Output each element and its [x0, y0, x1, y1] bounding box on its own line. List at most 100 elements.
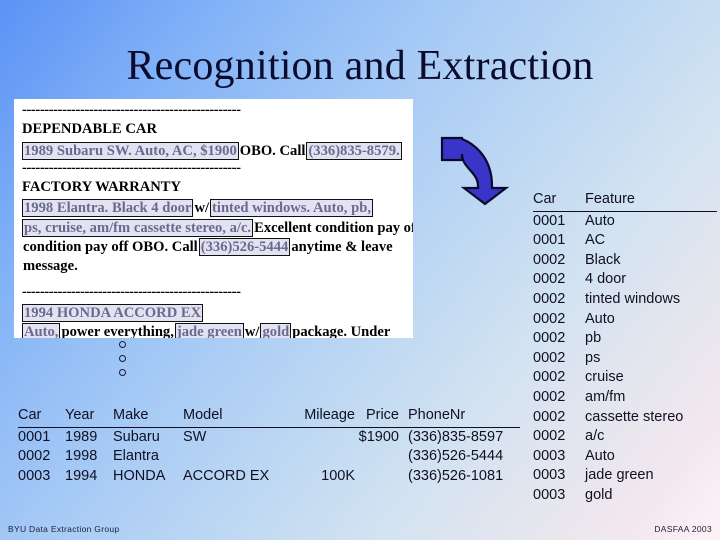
document-segment-line: 1998 Elantra. Black 4 door w/tinted windo…: [22, 197, 411, 218]
table-cell: HONDA: [113, 467, 166, 484]
table-cell: cruise: [585, 369, 624, 386]
document-segment-line: 1989 Subaru SW. Auto, AC, $1900 OBO. Call…: [22, 140, 411, 160]
column-header-car: Car: [533, 190, 585, 212]
table-header-row: Car Feature: [533, 190, 717, 212]
table-cell: $1900: [358, 428, 399, 445]
table-cell: ACCORD EX: [183, 467, 270, 484]
document-segment-line: Auto, power everything, jade green w/gold pa…: [22, 321, 411, 338]
table-cell: a/c: [585, 428, 605, 445]
table-cell: Black: [585, 251, 621, 268]
table-cell: 0003: [533, 486, 566, 503]
document-text: ----------------------------------------…: [22, 101, 413, 338]
table-cell: gold: [585, 486, 613, 503]
table-cell: Auto: [585, 447, 615, 464]
table-cell: 0002: [533, 290, 566, 307]
table-cell: pb: [585, 330, 602, 347]
table-row: 0002 am/fm: [533, 388, 717, 408]
table-cell: Auto: [585, 212, 615, 229]
document-plain-span: OBO. Call: [239, 142, 306, 159]
extracted-span: 1998 Elantra. Black 4 door: [22, 199, 194, 218]
document-heading: FACTORY WARRANTY: [22, 179, 182, 196]
table-cell: 0003: [533, 467, 566, 484]
table-cell: jade green: [585, 467, 654, 484]
table-cell: 1989: [65, 428, 98, 445]
table-cell: 100K: [321, 467, 355, 484]
table-cell: 1998: [65, 448, 98, 465]
table-row: 0002 1998 Elantra (336)526-5444: [18, 447, 520, 467]
table-row: 0003 Auto: [533, 447, 717, 467]
document-plain-span: message.: [23, 258, 78, 275]
table-cell: ps: [585, 349, 601, 366]
table-row: 0002 Black: [533, 251, 717, 271]
column-header-price: Price: [355, 406, 399, 428]
ellipsis-bullets: [119, 341, 133, 383]
table-cell: tinted windows: [585, 290, 681, 307]
table-cell: Subaru: [113, 428, 160, 445]
table-cell: (336)526-1081: [408, 467, 504, 484]
table-cell: 0002: [533, 369, 566, 386]
table-cell: [301, 447, 355, 467]
column-header-phonenr: PhoneNr: [399, 406, 520, 428]
table-cell: [301, 427, 355, 447]
table-cell: am/fm: [585, 388, 626, 405]
feature-table: Car Feature 0001 Auto 0001 AC 0002 Black 0002 4…: [533, 190, 717, 506]
table-cell: [183, 447, 301, 467]
table-cell: 0001: [533, 212, 566, 229]
table-row: 0001 AC: [533, 231, 717, 251]
table-cell: (336)835-8597: [408, 428, 504, 445]
table-row: 0003 gold: [533, 486, 717, 506]
column-header-make: Make: [113, 406, 183, 428]
table-cell: 0002: [533, 408, 566, 425]
table-cell: SW: [183, 428, 207, 445]
page-title: Recognition and Extraction: [126, 43, 594, 89]
extracted-span: (336)526-5444: [198, 238, 291, 257]
table-row: 0003 1994 HONDA ACCORD EX 100K (336)526-1081: [18, 467, 520, 487]
extracted-span: ps, cruise, am/fm cassette stereo, a/c.: [22, 218, 254, 237]
table-cell: (336)526-5444: [408, 448, 504, 465]
table-row: 0002 ps: [533, 349, 717, 369]
table-cell: AC: [585, 232, 606, 249]
document-plain-span: package. Under: [292, 324, 391, 338]
extracted-span: (336)835-8579.: [306, 141, 402, 160]
table-header-row: Car Year Make Model Mileage Price PhoneN…: [18, 406, 520, 428]
document-heading: DEPENDABLE CAR: [22, 121, 158, 138]
table-cell: 0001: [533, 232, 566, 249]
document-plain-span: w/: [194, 200, 210, 217]
extracted-span: Auto,: [22, 323, 61, 338]
table-row: 0002 4 door: [533, 270, 717, 290]
table-cell: 0002: [533, 330, 566, 347]
document-plain-span: condition pay off OBO. Call: [23, 239, 198, 256]
table-cell: [355, 447, 399, 467]
column-header-mileage: Mileage: [301, 406, 355, 428]
footer-right-text: DASFAA 2003: [654, 524, 712, 534]
source-document-panel: ----------------------------------------…: [14, 99, 413, 338]
bullet-dot-icon: [119, 355, 126, 362]
table-cell: Auto: [585, 310, 615, 327]
table-cell: Elantra: [113, 448, 159, 465]
document-plain-span: Excellent condition pay off OBO. Call: [254, 219, 413, 236]
table-row: 0001 1989 Subaru SW $1900 (336)835-8597: [18, 427, 520, 447]
extracted-span: 1989 Subaru SW. Auto, AC, $1900: [22, 141, 239, 160]
table-cell: 0002: [533, 271, 566, 288]
document-plain-span: power everything,: [61, 324, 174, 338]
slide-canvas: Recognition and Extraction -------------…: [0, 0, 720, 540]
table-cell: cassette stereo: [585, 408, 684, 425]
table-row: 0002 cruise: [533, 368, 717, 388]
document-rule: ----------------------------------------…: [22, 159, 241, 176]
table-cell: 1994: [65, 467, 98, 484]
curved-down-arrow-icon: [440, 136, 510, 206]
extracted-span: gold: [260, 323, 292, 338]
extracted-span: jade green: [174, 323, 244, 338]
table-row: 0002 tinted windows: [533, 290, 717, 310]
column-header-car: Car: [18, 406, 65, 428]
table-cell: [355, 467, 399, 487]
document-segment-line: condition pay off OBO. Call (336)526-5444…: [22, 236, 411, 257]
table-cell: 0002: [18, 448, 51, 465]
table-cell: 0001: [18, 428, 51, 445]
column-header-year: Year: [65, 406, 113, 428]
table-row: 0002 cassette stereo: [533, 408, 717, 428]
document-plain-span: anytime & leave: [291, 239, 393, 256]
table-row: 0002 a/c: [533, 427, 717, 447]
document-segment-line: ps, cruise, am/fm cassette stereo, a/c. E…: [22, 217, 413, 237]
extracted-span: tinted windows. Auto, pb,: [210, 199, 373, 218]
